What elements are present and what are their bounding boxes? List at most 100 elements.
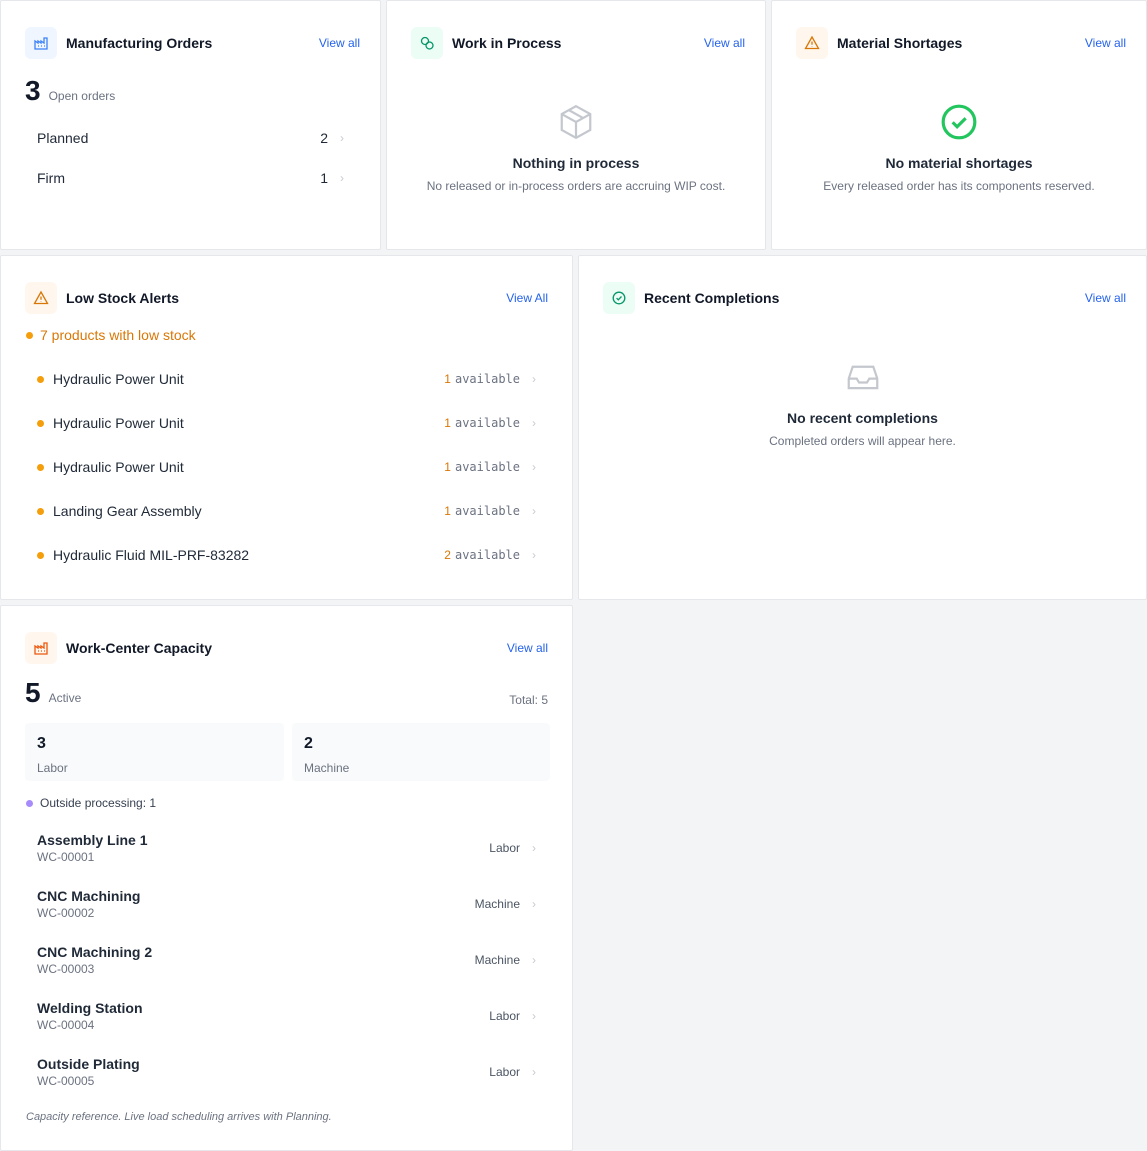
view-all-link[interactable]: View all <box>704 36 745 50</box>
card-header: Recent Completions View all <box>603 282 1126 314</box>
warning-triangle-icon <box>796 27 828 59</box>
low-stock-item[interactable]: Landing Gear Assembly 1 available › <box>37 503 536 519</box>
empty-subtitle: Every released order has its components … <box>823 179 1095 193</box>
status-dot <box>37 419 44 427</box>
work-center-row[interactable]: CNC Machining WC-00002 Machine › <box>37 884 536 924</box>
view-all-link[interactable]: View all <box>507 641 548 655</box>
total-count: Total: 5 <box>509 693 548 707</box>
product-name: Landing Gear Assembly <box>53 503 202 519</box>
product-name: Hydraulic Power Unit <box>53 415 184 431</box>
open-orders-summary: 3 Open orders <box>25 77 115 105</box>
factory-icon <box>25 632 57 664</box>
work-center-type: Machine <box>474 897 520 911</box>
status-dot <box>37 507 44 515</box>
chevron-right-icon: › <box>532 504 536 518</box>
chevron-right-icon: › <box>532 1065 536 1079</box>
low-stock-count: 7 products with low stock <box>40 327 196 343</box>
chevron-right-icon: › <box>340 131 344 145</box>
view-all-link[interactable]: View all <box>1085 36 1126 50</box>
check-circle-icon <box>603 282 635 314</box>
available-qty: 1 <box>444 460 451 474</box>
status-dot <box>26 799 33 807</box>
available-label: available <box>454 548 520 562</box>
work-center-type: Machine <box>474 953 520 967</box>
product-name: Hydraulic Power Unit <box>53 459 184 475</box>
labor-stat: 3 Labor <box>25 723 284 781</box>
order-row-firm[interactable]: Firm 1 › <box>37 170 344 186</box>
machine-stat: 2 Machine <box>292 723 550 781</box>
status-dot <box>26 331 33 339</box>
work-center-row[interactable]: CNC Machining 2 WC-00003 Machine › <box>37 940 536 980</box>
card-header: Manufacturing Orders View all <box>25 27 360 59</box>
available-qty: 1 <box>444 372 451 386</box>
work-center-code: WC-00002 <box>37 906 95 920</box>
chevron-right-icon: › <box>532 416 536 430</box>
status-dot <box>37 375 44 383</box>
card-title: Recent Completions <box>644 290 780 306</box>
warning-triangle-icon <box>25 282 57 314</box>
work-center-row[interactable]: Outside Plating WC-00005 Labor › <box>37 1052 536 1092</box>
status-dot <box>37 551 44 559</box>
card-header: Work in Process View all <box>411 27 745 59</box>
work-center-name: CNC Machining 2 <box>37 944 153 960</box>
work-center-code: WC-00001 <box>37 850 95 864</box>
work-center-code: WC-00003 <box>37 962 95 976</box>
product-name: Hydraulic Power Unit <box>53 371 184 387</box>
active-count: 5 <box>25 677 41 708</box>
chevron-right-icon: › <box>340 171 344 185</box>
empty-title: Nothing in process <box>512 155 640 171</box>
empty-title: No material shortages <box>885 155 1033 171</box>
view-all-link[interactable]: View all <box>319 36 360 50</box>
chevron-right-icon: › <box>532 548 536 562</box>
active-summary: 5 Active <box>25 679 81 707</box>
stat-value: 2 <box>304 735 313 752</box>
inbox-icon <box>847 365 878 390</box>
work-center-code: WC-00004 <box>37 1018 95 1032</box>
card-title: Material Shortages <box>837 35 963 51</box>
order-row-planned[interactable]: Planned 2 › <box>37 130 344 146</box>
card-title: Work in Process <box>452 35 562 51</box>
card-header: Low Stock Alerts View All <box>25 282 552 314</box>
low-stock-item[interactable]: Hydraulic Power Unit 1 available › <box>37 459 536 475</box>
empty-subtitle: Completed orders will appear here. <box>769 434 956 448</box>
open-orders-label: Open orders <box>48 89 116 103</box>
work-center-name: Welding Station <box>37 1000 143 1016</box>
open-orders-count: 3 <box>25 75 41 106</box>
row-label: Planned <box>37 130 89 146</box>
low-stock-item[interactable]: Hydraulic Power Unit 1 available › <box>37 371 536 387</box>
capacity-footnote: Capacity reference. Live load scheduling… <box>26 1111 332 1123</box>
stat-label: Machine <box>304 761 350 775</box>
outside-processing-label: Outside processing: 1 <box>40 796 157 810</box>
low-stock-summary: 7 products with low stock <box>26 327 196 343</box>
chevron-right-icon: › <box>532 897 536 911</box>
low-stock-item[interactable]: Hydraulic Power Unit 1 available › <box>37 415 536 431</box>
empty-title: No recent completions <box>787 410 938 426</box>
available-label: available <box>454 416 520 430</box>
status-dot <box>37 463 44 471</box>
empty-state: No material shortages Every released ord… <box>772 103 1146 193</box>
available-label: available <box>454 504 520 518</box>
work-center-row[interactable]: Welding Station WC-00004 Labor › <box>37 996 536 1036</box>
available-qty: 2 <box>444 548 451 562</box>
factory-icon <box>25 27 57 59</box>
stat-value: 3 <box>37 735 46 752</box>
empty-state: Nothing in process No released or in-pro… <box>387 103 765 193</box>
work-center-type: Labor <box>489 1009 520 1023</box>
low-stock-item[interactable]: Hydraulic Fluid MIL-PRF-83282 2 availabl… <box>37 547 536 563</box>
chevron-right-icon: › <box>532 372 536 386</box>
card-header: Work-Center Capacity View all <box>25 632 552 664</box>
view-all-link[interactable]: View All <box>506 291 548 305</box>
work-center-type: Labor <box>489 841 520 855</box>
material-shortages-card: Material Shortages View all No material … <box>771 0 1147 250</box>
check-circle-icon <box>941 104 977 140</box>
row-value: 1 <box>320 170 328 186</box>
coins-icon <box>411 27 443 59</box>
available-label: available <box>454 372 520 386</box>
work-center-row[interactable]: Assembly Line 1 WC-00001 Labor › <box>37 828 536 868</box>
view-all-link[interactable]: View all <box>1085 291 1126 305</box>
work-center-capacity-card: Work-Center Capacity View all 5 Active T… <box>0 605 573 1151</box>
recent-completions-card: Recent Completions View all No recent co… <box>578 255 1147 600</box>
chevron-right-icon: › <box>532 460 536 474</box>
box-icon <box>560 104 592 140</box>
work-center-name: Outside Plating <box>37 1056 140 1072</box>
